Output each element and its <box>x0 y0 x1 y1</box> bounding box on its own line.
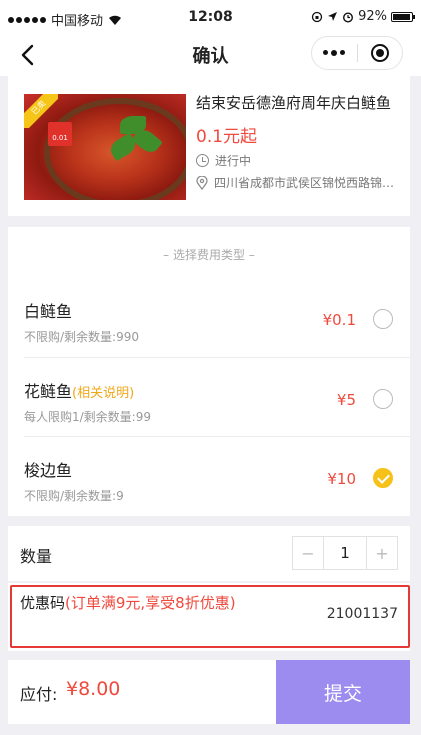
fee-type-section: – 选择费用类型 – 白鲢鱼 不限购/剩余数量:990 ¥0.1 花鲢鱼(相关说… <box>8 227 410 516</box>
orientation-lock-icon <box>311 11 323 22</box>
coupon-label: 优惠码(订单满9元,享受8折优惠) <box>20 593 250 613</box>
product-price: 0.1元起 <box>196 127 258 147</box>
fee-option-name: 梭边鱼 <box>24 457 72 481</box>
quantity-value[interactable]: 1 <box>323 537 367 569</box>
fee-option-bighead-carp[interactable]: 花鲢鱼(相关说明) 每人限购1/剩余数量:99 ¥5 <box>8 358 410 437</box>
battery-icon <box>391 11 415 22</box>
close-program-button[interactable] <box>358 44 403 62</box>
fee-option-catfish[interactable]: 梭边鱼 不限购/剩余数量:9 ¥10 <box>8 437 410 516</box>
status-right: 92% <box>311 9 415 24</box>
quantity-stepper: − 1 + <box>292 536 398 570</box>
corner-badge: 已卖 <box>24 94 58 128</box>
coupon-code[interactable]: 21001137 <box>327 606 398 622</box>
product-image: 0.01 已卖 <box>24 94 186 200</box>
fee-option-price: ¥0.1 <box>322 311 356 329</box>
radio-button[interactable] <box>373 309 393 329</box>
fee-option-title: 花鲢鱼 <box>24 382 73 401</box>
fee-option-title: 梭边鱼 <box>24 461 73 480</box>
decrease-button[interactable]: − <box>293 537 323 569</box>
fee-option-name: 白鲢鱼 <box>24 298 72 322</box>
fee-option-limit: 不限购/剩余数量:9 <box>24 489 124 503</box>
coupon-row[interactable]: 优惠码(订单满9元,享受8折优惠) 21001137 <box>8 583 410 651</box>
coupon-note: (订单满9元,享受8折优惠) <box>65 594 236 612</box>
product-status-text: 进行中 <box>215 154 252 168</box>
fee-option-title: 白鲢鱼 <box>24 302 73 321</box>
product-address-text: 四川省成都市武侯区锦悦西路锦悦西路 <box>214 176 402 190</box>
product-card[interactable]: 0.01 已卖 结束安岳德渔府周年庆白鲢鱼 0.1元起 进行中 四川省成都市武侯… <box>8 76 410 216</box>
corner-badge-label: 已卖 <box>24 94 58 128</box>
more-options-icon[interactable] <box>312 50 357 56</box>
fee-option-silver-carp[interactable]: 白鲢鱼 不限购/剩余数量:990 ¥0.1 <box>8 278 410 357</box>
alarm-icon <box>343 11 354 23</box>
amount-due-value: ¥8.00 <box>66 678 121 700</box>
product-status: 进行中 <box>196 152 251 169</box>
increase-button[interactable]: + <box>367 537 397 569</box>
location-arrow-icon <box>328 12 338 21</box>
location-pin-icon <box>196 175 208 190</box>
fee-type-heading: – 选择费用类型 – <box>163 248 255 262</box>
close-circle-icon <box>370 44 389 62</box>
fee-option-limit: 不限购/剩余数量:990 <box>24 330 139 344</box>
submit-button[interactable]: 提交 <box>276 660 410 724</box>
radio-button[interactable] <box>373 389 393 409</box>
fee-option-price: ¥10 <box>327 470 356 488</box>
coupon-title: 优惠码 <box>20 594 66 612</box>
product-address: 四川省成都市武侯区锦悦西路锦悦西路 <box>196 174 402 191</box>
nav-bar: 确认 <box>0 36 421 76</box>
product-title: 结束安岳德渔府周年庆白鲢鱼 <box>196 94 392 112</box>
related-info-link[interactable]: (相关说明) <box>72 386 134 401</box>
amount-due-label: 应付: <box>20 685 58 704</box>
radio-button-selected[interactable] <box>373 468 393 488</box>
quantity-row: 数量 − 1 + <box>8 526 410 581</box>
quantity-label: 数量 <box>20 547 53 566</box>
checkout-bar: 应付: ¥8.00 提交 <box>8 660 410 724</box>
battery-percent: 92% <box>358 9 387 24</box>
fee-option-name: 花鲢鱼(相关说明) <box>24 378 134 402</box>
clock-icon <box>196 154 209 167</box>
mini-program-capsule <box>311 36 403 70</box>
fee-option-limit: 每人限购1/剩余数量:99 <box>24 410 151 424</box>
fee-option-price: ¥5 <box>336 391 356 409</box>
status-bar: 中国移动 12:08 92% <box>0 0 421 36</box>
